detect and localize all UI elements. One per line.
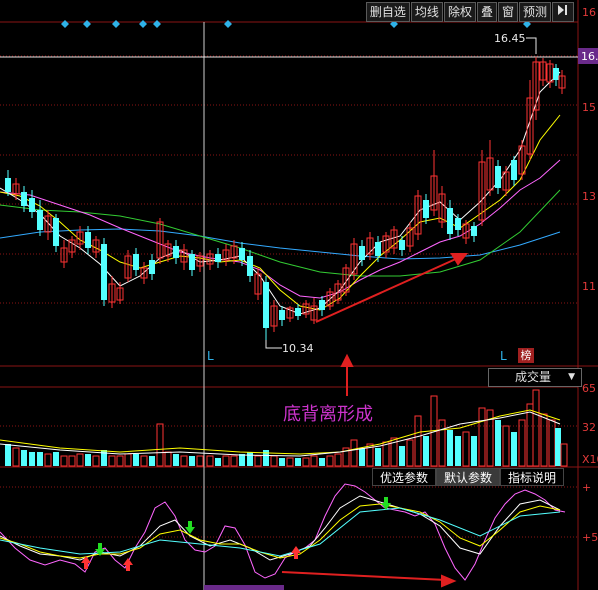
indicator-axis-top: + [582, 481, 591, 494]
buy-arrow-icon [123, 558, 133, 571]
divergence-annotation: 底背离形成 [283, 404, 373, 425]
ma5-line [0, 71, 561, 315]
indicator-param-bar: 优选参数 默认参数 指标说明 [372, 468, 565, 486]
diamond-marker [61, 20, 69, 28]
delete-watchlist-button[interactable]: 删自选 [365, 2, 410, 22]
chevron-down-icon: ▼ [568, 372, 575, 382]
volume-axis-32: 32 [582, 421, 596, 434]
play-to-end-icon[interactable] [552, 2, 574, 22]
diamond-marker [153, 20, 161, 28]
divergence-arrow [281, 571, 457, 588]
scroll-thumb[interactable] [204, 585, 284, 590]
indicator-help-button[interactable]: 指标说明 [500, 468, 565, 486]
sell-arrow-icon [381, 497, 391, 510]
high-marker-line [526, 37, 537, 54]
price-axis-11: 11 [582, 280, 596, 293]
volume-indicator-dropdown[interactable]: 成交量 ▼ [488, 368, 582, 387]
chart-canvas: 16.45 10.34 L L 16 16. 15 13 11 65 32 X1… [0, 0, 598, 590]
price-axis-16: 16 [582, 6, 596, 19]
buy-arrow-icon [291, 546, 301, 559]
diamond-marker [83, 20, 91, 28]
current-price-label: 16. [581, 50, 598, 63]
volume-axis-65: 65 [582, 382, 596, 395]
sell-arrows [95, 497, 391, 556]
price-axis-13: 13 [582, 190, 596, 203]
forecast-button[interactable]: 预测 [518, 2, 551, 22]
low-price-label: 10.34 [282, 342, 314, 355]
diamond-marker [112, 20, 120, 28]
annotation-arrow [340, 353, 354, 396]
moving-average-button[interactable]: 均线 [410, 2, 443, 22]
low-marker-line [265, 340, 282, 349]
high-price-label: 16.45 [494, 32, 526, 45]
preferred-params-button[interactable]: 优选参数 [372, 468, 437, 486]
volume-dropdown-label: 成交量 [515, 370, 552, 384]
indicator-line-white [0, 495, 561, 561]
indicator-line-yellow [0, 503, 561, 559]
chart-toolbar: 删自选 均线 除权 叠 窗 预测 [365, 2, 574, 22]
ranking-badge[interactable]: 榜 [518, 348, 534, 363]
ex-rights-button[interactable]: 除权 [443, 2, 476, 22]
window-button[interactable]: 窗 [497, 2, 518, 22]
l-marker: L [500, 349, 507, 363]
diamond-marker [224, 20, 232, 28]
overlay-button[interactable]: 叠 [476, 2, 497, 22]
default-params-button[interactable]: 默认参数 [436, 468, 501, 486]
diamond-marker [139, 20, 147, 28]
l-marker: L [207, 349, 214, 363]
indicator-axis-5: +5 [582, 531, 598, 544]
candles [5, 57, 566, 340]
indicator-line-cyan [0, 507, 561, 557]
price-axis-15: 15 [582, 101, 596, 114]
volume-axis-x10: X10 [582, 453, 598, 466]
